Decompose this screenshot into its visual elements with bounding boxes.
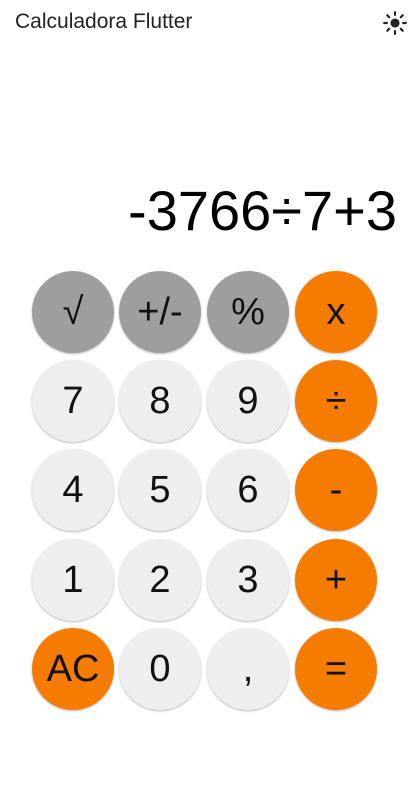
- digit-6-button[interactable]: 6: [207, 449, 289, 531]
- keypad: √ +/- % x 7 8 9 ÷ 4 5 6 - 1 2 3 + AC 0 ,…: [0, 0, 415, 802]
- digit-3-button[interactable]: 3: [207, 539, 289, 621]
- comma-button[interactable]: ,: [207, 628, 289, 710]
- multiply-button[interactable]: x: [295, 271, 377, 353]
- equals-button[interactable]: =: [295, 628, 377, 710]
- digit-4-button[interactable]: 4: [32, 449, 114, 531]
- toggle-sign-button[interactable]: +/-: [119, 271, 201, 353]
- digit-1-button[interactable]: 1: [32, 539, 114, 621]
- minus-button[interactable]: -: [295, 449, 377, 531]
- divide-button[interactable]: ÷: [295, 360, 377, 442]
- digit-7-button[interactable]: 7: [32, 360, 114, 442]
- digit-0-button[interactable]: 0: [119, 628, 201, 710]
- sqrt-button[interactable]: √: [32, 271, 114, 353]
- digit-5-button[interactable]: 5: [119, 449, 201, 531]
- clear-button[interactable]: AC: [32, 628, 114, 710]
- digit-9-button[interactable]: 9: [207, 360, 289, 442]
- digit-2-button[interactable]: 2: [119, 539, 201, 621]
- plus-button[interactable]: +: [295, 539, 377, 621]
- percent-button[interactable]: %: [207, 271, 289, 353]
- digit-8-button[interactable]: 8: [119, 360, 201, 442]
